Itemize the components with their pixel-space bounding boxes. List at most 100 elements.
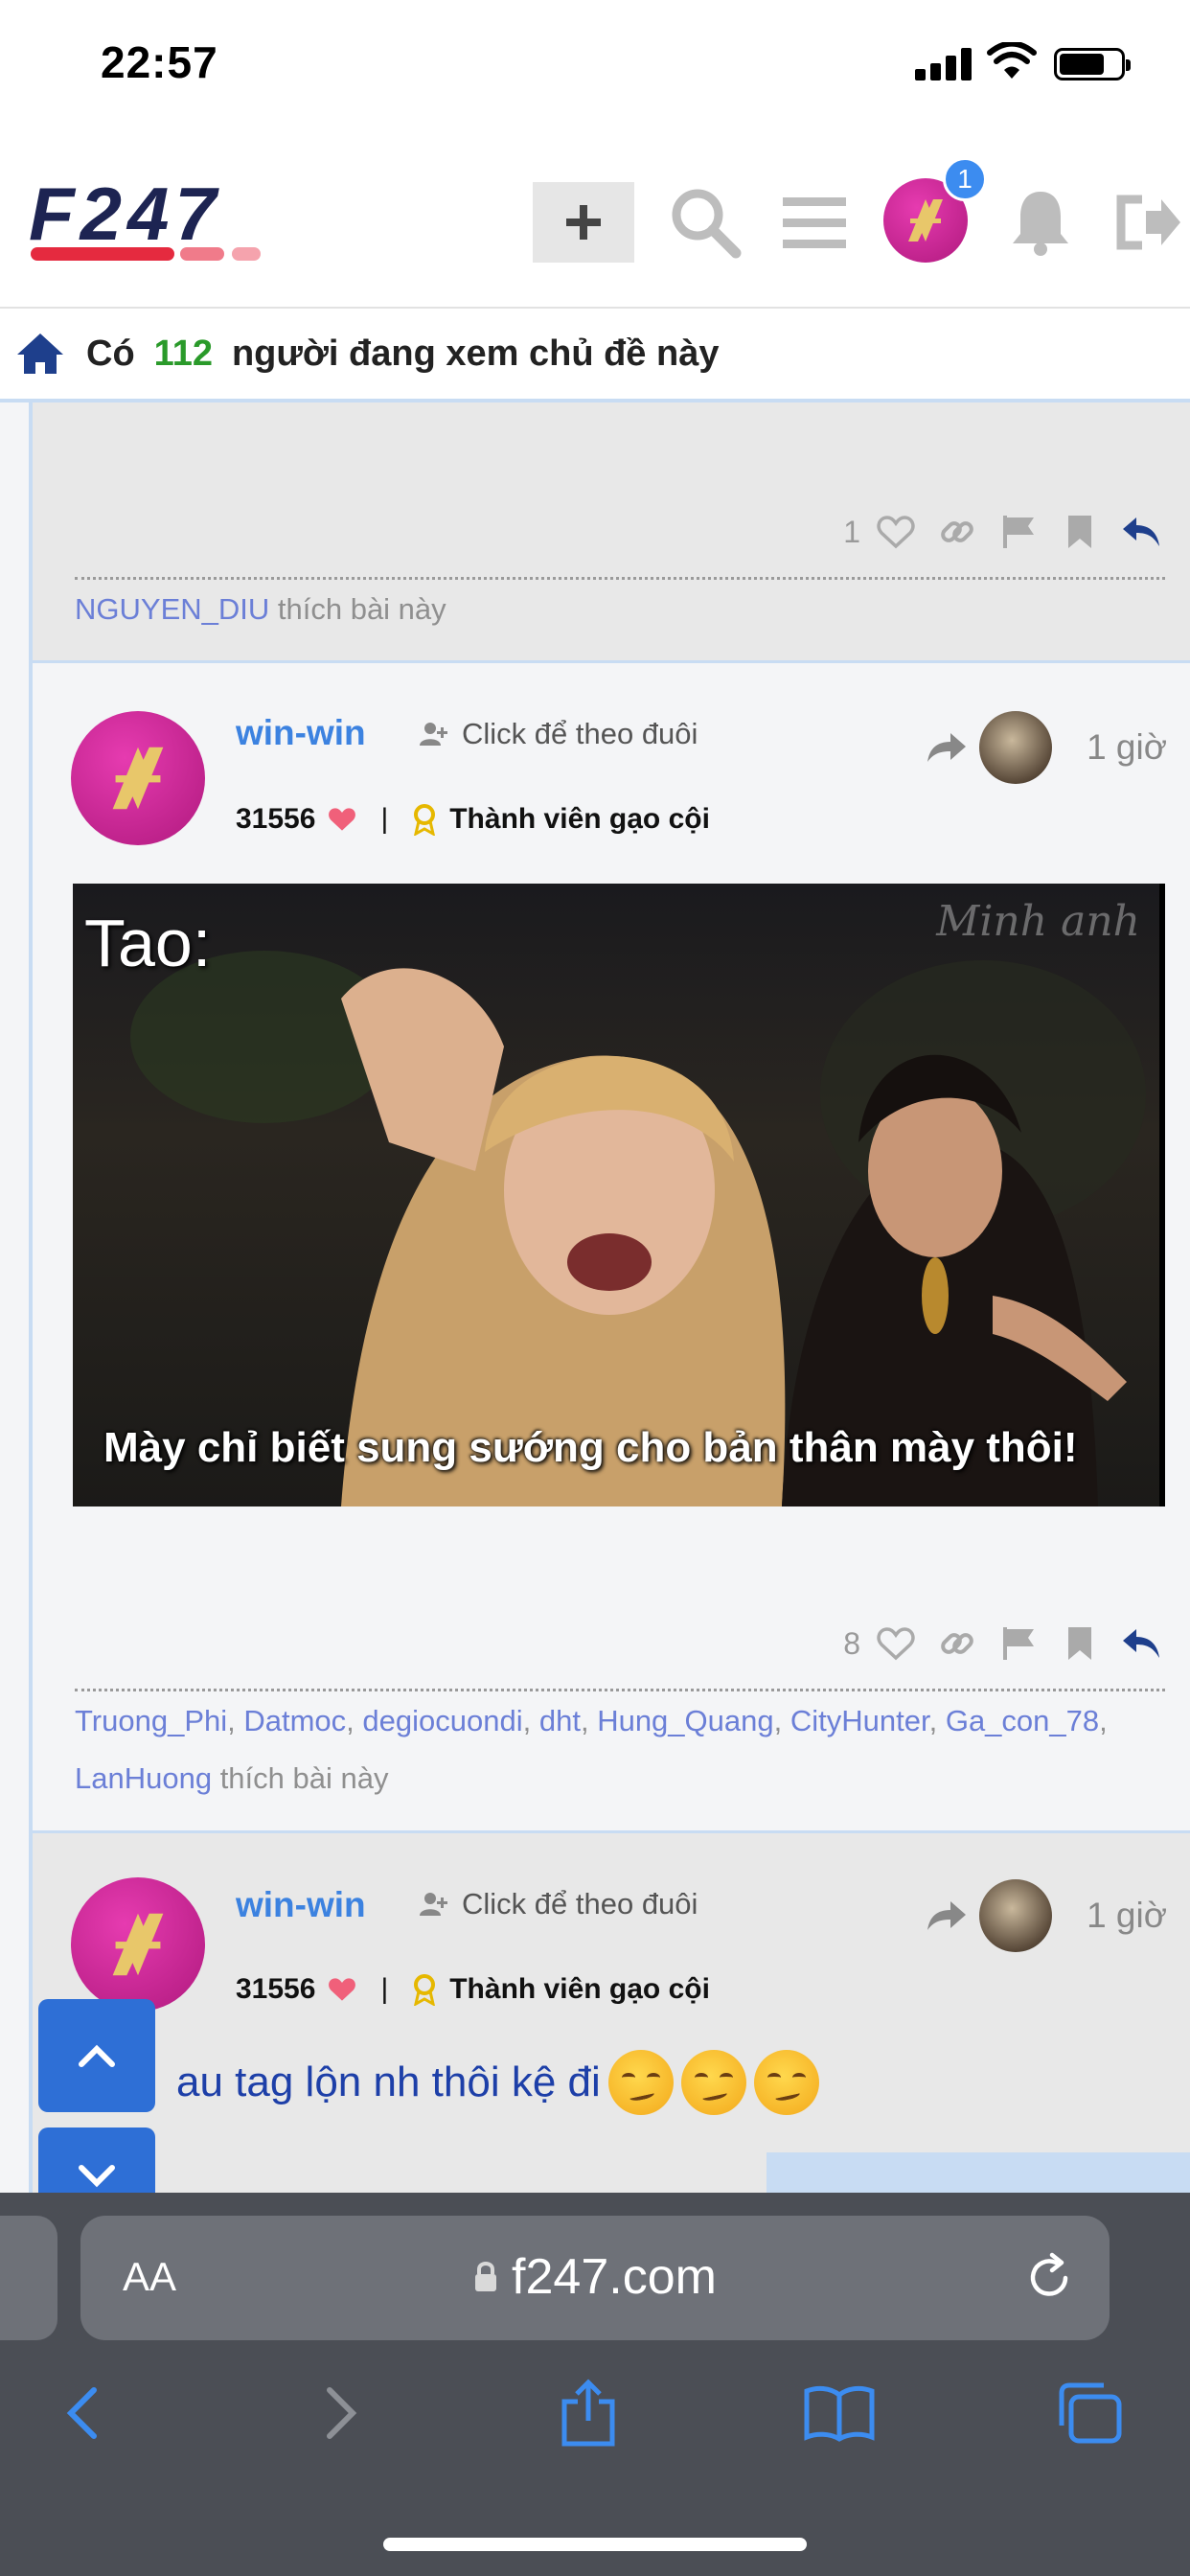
svg-text:F247: F247 bbox=[29, 180, 222, 256]
bell-icon[interactable] bbox=[1000, 182, 1081, 263]
liker-link[interactable]: NGUYEN_DIU bbox=[75, 592, 269, 626]
thread-content: 1 NGUYEN_DIU thích bài này win-win Click… bbox=[0, 402, 1190, 2193]
url-text: f247.com bbox=[512, 2249, 717, 2305]
meme-watermark: Minh anh bbox=[936, 897, 1140, 946]
author-username[interactable]: win-win bbox=[236, 713, 366, 753]
post: win-win Click để theo đuôi 31556 | Thành… bbox=[33, 663, 1190, 1830]
member-rank: Thành viên gạo cội bbox=[449, 1973, 710, 2005]
menu-icon[interactable] bbox=[774, 182, 855, 263]
chevron-down-icon bbox=[79, 2165, 115, 2188]
likes-summary: NGUYEN_DIU thích bài này bbox=[75, 581, 1152, 638]
previous-post: 1 NGUYEN_DIU thích bài này bbox=[33, 402, 1190, 663]
lock-icon bbox=[475, 2262, 497, 2291]
previous-tab-preview[interactable] bbox=[0, 2216, 57, 2340]
chevron-up-icon bbox=[79, 2044, 115, 2067]
meme-image[interactable]: Tao: Minh anh Mày chỉ biết sung sướng ch… bbox=[73, 884, 1165, 1506]
bookmark-icon[interactable] bbox=[1060, 1623, 1100, 1664]
bookmarks-icon[interactable] bbox=[801, 2375, 878, 2451]
link-icon[interactable] bbox=[937, 1623, 977, 1664]
link-icon[interactable] bbox=[937, 512, 977, 552]
brand-emblem-icon bbox=[908, 199, 943, 242]
post-time[interactable]: 1 giờ bbox=[1087, 1896, 1167, 1936]
follow-label: Click để theo đuôi bbox=[462, 717, 698, 750]
post-meta: 1 giờ bbox=[926, 711, 1167, 784]
liker-link[interactable]: Hung_Quang bbox=[597, 1704, 773, 1737]
liker-link[interactable]: degiocuondi bbox=[362, 1704, 522, 1737]
tabs-icon[interactable] bbox=[1052, 2375, 1129, 2451]
brand-emblem-icon bbox=[112, 747, 164, 810]
mentioned-user-avatar[interactable] bbox=[979, 711, 1053, 784]
liker-link[interactable]: Datmoc bbox=[243, 1704, 346, 1737]
smirk-emoji-icon bbox=[680, 2050, 746, 2115]
meme-illustration bbox=[130, 951, 1146, 1506]
post-actions: 8 bbox=[843, 1623, 1161, 1664]
heart-icon[interactable] bbox=[876, 512, 916, 552]
viewers-bar: Có 112 người đang xem chủ đề này bbox=[0, 307, 1190, 402]
post: win-win Click để theo đuôi 31556 | Thành… bbox=[33, 1830, 1190, 2193]
author-avatar[interactable] bbox=[71, 1877, 205, 2012]
author-username[interactable]: win-win bbox=[236, 1885, 366, 1925]
author-stats: 31556 | Thành viên gạo cội bbox=[236, 1973, 710, 2006]
brand-emblem-icon bbox=[112, 1913, 164, 1976]
forward-icon[interactable] bbox=[303, 2375, 379, 2451]
flag-icon[interactable] bbox=[998, 512, 1039, 552]
like-count: 8 bbox=[843, 1625, 860, 1661]
cellular-signal-icon bbox=[915, 46, 973, 80]
f247-logo[interactable]: F247 bbox=[29, 180, 335, 266]
post-time[interactable]: 1 giờ bbox=[1087, 727, 1167, 768]
back-icon[interactable] bbox=[44, 2375, 121, 2451]
liker-link[interactable]: CityHunter bbox=[790, 1704, 929, 1737]
post-meta: 1 giờ bbox=[926, 1879, 1167, 1952]
reply-icon[interactable] bbox=[1121, 1623, 1161, 1664]
bookmark-icon[interactable] bbox=[1060, 512, 1100, 552]
liker-link[interactable]: Ga_con_78 bbox=[946, 1704, 1099, 1737]
follow-label: Click để theo đuôi bbox=[462, 1887, 698, 1920]
member-rank: Thành viên gạo cội bbox=[449, 803, 710, 835]
search-icon[interactable] bbox=[665, 182, 745, 263]
scroll-down-button[interactable] bbox=[38, 2128, 155, 2193]
scroll-up-button[interactable] bbox=[38, 1999, 155, 2112]
likes-summary: Truong_Phi, Datmoc, degiocuondi, dht, Hu… bbox=[75, 1704, 1108, 1795]
flag-icon[interactable] bbox=[998, 1623, 1039, 1664]
reply-icon[interactable] bbox=[1121, 512, 1161, 552]
follow-button[interactable]: Click để theo đuôi bbox=[420, 1887, 698, 1921]
status-bar: 22:57 bbox=[0, 0, 1190, 144]
share-sheet-icon[interactable] bbox=[550, 2375, 627, 2451]
liker-link[interactable]: Truong_Phi bbox=[75, 1704, 227, 1737]
home-icon[interactable] bbox=[15, 332, 65, 376]
points-value: 31556 bbox=[236, 803, 316, 835]
logout-icon[interactable] bbox=[1108, 182, 1188, 263]
likes-divider bbox=[75, 1689, 1165, 1691]
likes-divider bbox=[75, 577, 1165, 580]
meme-top-text: Tao: bbox=[84, 906, 212, 980]
status-time: 22:57 bbox=[101, 37, 218, 87]
home-indicator bbox=[383, 2538, 807, 2551]
stats-separator: | bbox=[380, 803, 389, 835]
new-post-button[interactable] bbox=[533, 182, 634, 263]
site-header: F247 1 bbox=[0, 144, 1190, 307]
viewers-suffix: người đang xem chủ đề này bbox=[231, 333, 720, 374]
follow-button[interactable]: Click để theo đuôi bbox=[420, 717, 698, 751]
mentioned-user-avatar[interactable] bbox=[979, 1879, 1053, 1952]
meme-caption: Mày chỉ biết sung sướng cho bản thân mày… bbox=[103, 1424, 1078, 1471]
post-body: au tag lộn nh thôi kệ đi bbox=[176, 2050, 819, 2115]
plus-icon bbox=[566, 205, 601, 240]
heart-icon[interactable] bbox=[876, 1623, 916, 1664]
add-user-icon bbox=[420, 1893, 447, 1916]
heart-icon bbox=[329, 1978, 356, 2001]
heart-icon bbox=[329, 808, 356, 831]
liker-link[interactable]: LanHuong bbox=[75, 1761, 212, 1795]
share-icon[interactable] bbox=[926, 1899, 968, 1932]
stats-separator: | bbox=[380, 1973, 389, 2005]
viewers-prefix: Có bbox=[86, 333, 135, 374]
address-bar[interactable]: AA f247.com bbox=[80, 2216, 1110, 2340]
award-icon bbox=[414, 804, 436, 836]
url-display[interactable]: f247.com bbox=[80, 2248, 1110, 2306]
share-icon[interactable] bbox=[926, 731, 968, 764]
author-avatar[interactable] bbox=[71, 711, 205, 845]
liker-link[interactable]: dht bbox=[539, 1704, 581, 1737]
likes-suffix: thích bài này bbox=[212, 1761, 389, 1795]
add-user-icon bbox=[420, 723, 447, 746]
viewers-count: 112 bbox=[153, 333, 213, 374]
reload-icon[interactable] bbox=[1023, 2252, 1075, 2304]
